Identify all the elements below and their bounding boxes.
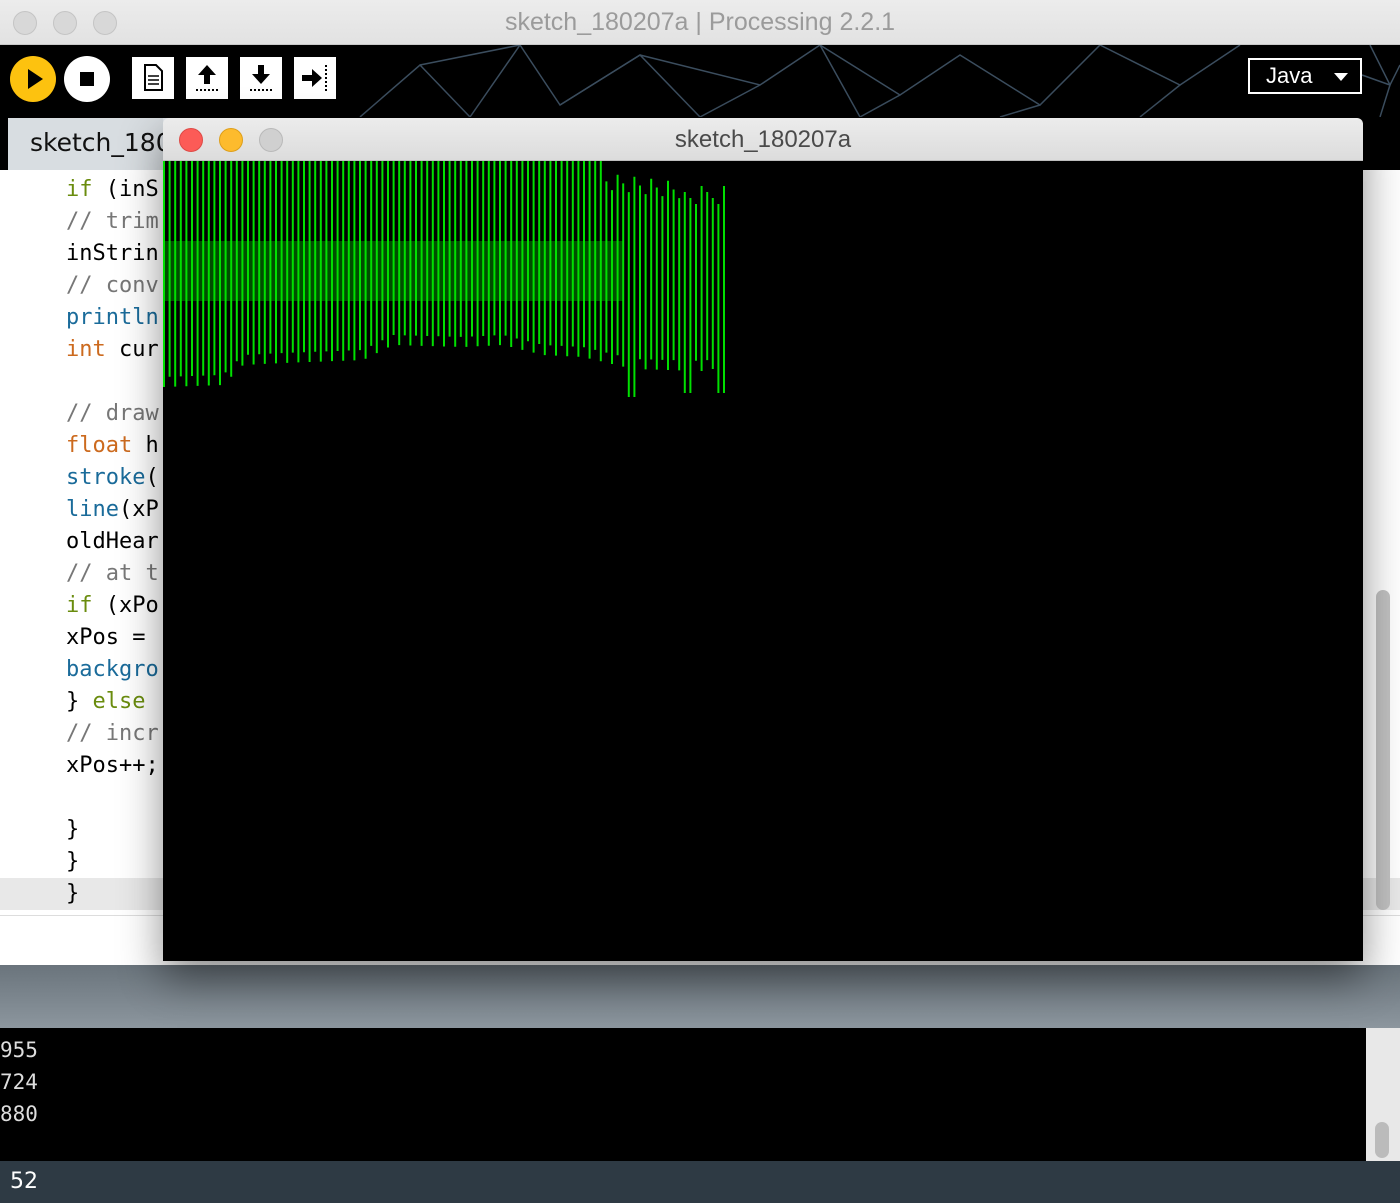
console[interactable]: 955 724 880 (0, 1028, 1366, 1161)
sketch-canvas[interactable] (163, 161, 1363, 961)
export-arrow-icon (302, 65, 327, 91)
console-scrollbar-thumb[interactable] (1375, 1122, 1389, 1158)
line-number: 52 (10, 1169, 38, 1194)
status-bar: 52 (0, 1161, 1400, 1203)
code-line: xPos = (66, 625, 146, 650)
code-line: if (xPo (66, 593, 159, 618)
console-line: 880 (0, 1102, 38, 1126)
upload-arrow-icon (196, 65, 218, 91)
new-button[interactable] (132, 57, 174, 99)
open-button[interactable] (186, 57, 228, 99)
code-line: // incr (66, 721, 159, 746)
stop-button[interactable] (64, 56, 110, 102)
export-button[interactable] (294, 57, 336, 99)
play-icon (28, 69, 43, 89)
console-line: 724 (0, 1070, 38, 1094)
code-line: xPos++; (66, 753, 159, 778)
code-line: } (66, 881, 80, 906)
run-button[interactable] (10, 56, 56, 102)
code-line: // trim (66, 209, 159, 234)
waveform-band (164, 241, 624, 301)
code-line: } else (66, 689, 146, 714)
tab-sketch[interactable]: sketch_180 (8, 118, 188, 170)
code-line: println (66, 305, 159, 330)
editor-scrollbar[interactable] (1376, 590, 1390, 910)
sketch-window[interactable]: sketch_180207a (163, 118, 1363, 961)
window-title: sketch_180207a | Processing 2.2.1 (504, 8, 896, 36)
sketch-titlebar[interactable]: sketch_180207a (163, 118, 1363, 161)
code-line: inStrin (66, 241, 159, 266)
code-line: line(xP (66, 497, 159, 522)
waveform-drawing (163, 161, 725, 397)
stop-icon (80, 72, 94, 86)
mode-label: Java (1266, 63, 1313, 88)
code-line: stroke( (66, 465, 159, 490)
code-line: } (66, 817, 80, 842)
sketch-title: sketch_180207a (674, 126, 852, 153)
tab-label: sketch_180 (30, 128, 172, 157)
code-line: // at t (66, 561, 159, 586)
new-file-icon (144, 64, 163, 91)
download-arrow-icon (250, 65, 272, 91)
save-button[interactable] (240, 57, 282, 99)
code-line: backgro (66, 657, 159, 682)
code-line: float h (66, 433, 159, 458)
chevron-down-icon (1334, 73, 1348, 81)
code-line: int cur (66, 337, 159, 362)
ide-titlebar: sketch_180207a | Processing 2.2.1 (0, 0, 1400, 45)
mode-selector[interactable]: Java (1248, 58, 1362, 94)
toolbar: Java (0, 45, 1400, 117)
code-line: if (inS (66, 177, 159, 202)
console-line: 955 (0, 1038, 38, 1062)
code-line: oldHear (66, 529, 159, 554)
code-line: // conv (66, 273, 159, 298)
code-line: } (66, 849, 80, 874)
message-area (0, 965, 1400, 1028)
code-line: // draw (66, 401, 159, 426)
